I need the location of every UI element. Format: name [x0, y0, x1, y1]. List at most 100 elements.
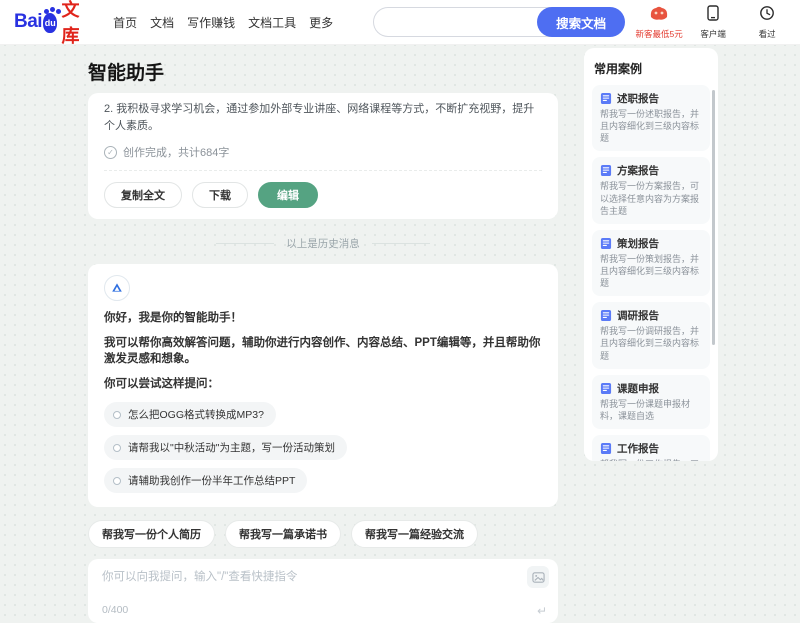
- nav-item-doc-tools[interactable]: 文档工具: [248, 14, 296, 31]
- case-card-fangan-report[interactable]: 方案报告 帮我写一份方案报告，可以选择任意内容为方案报告主题: [592, 157, 710, 224]
- case-head: 调研报告: [600, 308, 702, 323]
- common-cases-title: 常用案例: [594, 62, 643, 76]
- nav-item-write-earn[interactable]: 写作赚钱: [187, 14, 235, 31]
- search-bar: 搜索文档: [373, 7, 626, 37]
- suggestion-chip-halfyear-ppt[interactable]: 请辅助我创作一份半年工作总结PPT: [104, 468, 308, 494]
- case-card-gongzuo-report[interactable]: 工作报告 帮我写一份工作报告，工作类型随机: [592, 434, 710, 461]
- promo-icon: [649, 5, 669, 26]
- dashed-separator: [104, 170, 542, 171]
- logo-text-bai: Bai: [14, 11, 43, 32]
- case-desc: 帮我写一份述职报告，并且内容细化到三级内容标题: [600, 109, 700, 144]
- creation-status: ✓ 创作完成，共计684字: [104, 144, 542, 160]
- case-card-shuzhi-report[interactable]: 述职报告 帮我写一份述职报告，并且内容细化到三级内容标题: [592, 85, 710, 152]
- viewed-history[interactable]: 看过: [743, 5, 791, 40]
- case-head: 工作报告: [600, 441, 702, 456]
- case-title: 工作报告: [617, 442, 659, 455]
- history-partial-text: 2. 我积极寻求学习机会，通过参加外部专业讲座、网络课程等方式，不断扩充视野，提…: [104, 103, 535, 132]
- assistant-greeting-card: 你好，我是你的智能助手！ 我可以帮你高效解答问题，辅助你进行内容创作、内容总结、…: [88, 264, 558, 508]
- document-icon: [600, 237, 612, 249]
- quick-prompt-commitment[interactable]: 帮我写一篇承诺书: [225, 520, 341, 549]
- composer-input[interactable]: [102, 568, 508, 601]
- viewed-label: 看过: [758, 28, 776, 39]
- case-card-keti-shenbao[interactable]: 课题申报 帮我写一份课题申报材料，课题自选: [592, 374, 710, 429]
- case-title: 调研报告: [617, 310, 659, 323]
- history-actions: 复制全文 下载 编辑: [104, 182, 542, 208]
- quick-prompt-bar: 帮我写一份个人简历 帮我写一篇承诺书 帮我写一篇经验交流: [88, 520, 558, 549]
- message-composer: 0/400 ↵: [88, 559, 558, 623]
- new-user-promo[interactable]: 新客最低5元: [635, 5, 683, 40]
- check-circle-icon: ✓: [104, 145, 117, 159]
- greeting-line2: 我可以帮你高效解答问题，辅助你进行内容创作、内容总结、PPT编辑等，并且帮助你激…: [104, 337, 541, 366]
- case-desc: 帮我写一份方案报告，可以选择任意内容为方案报告主题: [600, 181, 700, 216]
- greeting-line1: 你好，我是你的智能助手！: [104, 312, 242, 324]
- suggestion-chip-ogg-mp3[interactable]: 怎么把OGG格式转换成MP3?: [104, 402, 276, 428]
- case-title: 方案报告: [617, 165, 659, 178]
- case-desc: 帮我写一份调研报告，并且内容细化到三级内容标题: [600, 326, 700, 361]
- history-divider-label: 以上是历史消息: [286, 238, 360, 250]
- nav-item-home[interactable]: 首页: [113, 14, 137, 31]
- suggestion-row: 请帮我以"中秋活动"为主题，写一份活动策划: [104, 435, 542, 461]
- history-divider: 以上是历史消息: [88, 236, 558, 251]
- suggestion-row: 怎么把OGG格式转换成MP3?: [104, 402, 542, 428]
- nav-item-more[interactable]: 更多: [309, 14, 333, 31]
- case-card-cehua-report[interactable]: 策划报告 帮我写一份策划报告，并且内容细化到三级内容标题: [592, 229, 710, 297]
- history-message-card: 2. 我积极寻求学习机会，通过参加外部专业讲座、网络课程等方式，不断扩充视野，提…: [88, 93, 558, 219]
- page-title: 智能助手: [88, 63, 165, 84]
- common-cases-panel: 常用案例 述职报告 帮我写一份述职报告，并且内容细化到三级内容标题 方案报告 帮…: [584, 48, 718, 461]
- client-app[interactable]: 客户端: [689, 4, 737, 40]
- case-head: 策划报告: [600, 236, 702, 251]
- creation-status-text: 创作完成，共计684字: [123, 147, 230, 159]
- suggestion-label: 怎么把OGG格式转换成MP3?: [128, 409, 264, 422]
- bullet-icon: [113, 476, 121, 485]
- quick-prompt-resume[interactable]: 帮我写一份个人简历: [88, 520, 215, 549]
- divider-line-left: [216, 243, 275, 244]
- case-head: 述职报告: [600, 91, 702, 106]
- image-upload-button[interactable]: [527, 566, 549, 589]
- main-nav: 首页 文档 写作赚钱 文档工具 更多: [100, 14, 333, 31]
- document-icon: [600, 382, 612, 394]
- case-desc: 帮我写一份课题申报材料，课题自选: [600, 398, 691, 421]
- suggestion-chip-midautumn-plan[interactable]: 请帮我以"中秋活动"为主题，写一份活动策划: [104, 435, 347, 461]
- document-icon: [600, 442, 612, 455]
- case-desc: 帮我写一份工作报告，工作类型随机: [600, 458, 702, 461]
- suggestion-label: 请辅助我创作一份半年工作总结PPT: [128, 475, 296, 488]
- baidu-wenku-logo[interactable]: Bai du 文库: [14, 0, 86, 48]
- case-head: 方案报告: [600, 163, 702, 178]
- baidu-paw-icon: du: [43, 9, 58, 33]
- document-icon: [600, 165, 612, 177]
- assistant-logo-icon: [112, 283, 122, 292]
- image-icon: [531, 572, 545, 583]
- case-title: 述职报告: [617, 93, 659, 105]
- suggestion-list: 怎么把OGG格式转换成MP3? 请帮我以"中秋活动"为主题，写一份活动策划 请辅…: [104, 402, 542, 494]
- enter-key-icon: ↵: [536, 604, 547, 619]
- search-button[interactable]: 搜索文档: [537, 7, 626, 37]
- quick-prompt-experience[interactable]: 帮我写一篇经验交流: [351, 520, 478, 549]
- phone-icon: [706, 4, 720, 26]
- top-navbar: Bai du 文库 首页 文档 写作赚钱 文档工具 更多 搜索文档 新客最低5元…: [0, 0, 800, 48]
- suggestion-row: 请辅助我创作一份半年工作总结PPT: [104, 468, 542, 494]
- case-title: 策划报告: [617, 237, 659, 250]
- copy-all-button[interactable]: 复制全文: [104, 182, 182, 208]
- sidebar-scrollbar[interactable]: [712, 90, 715, 345]
- document-icon: [600, 310, 612, 322]
- case-title: 课题申报: [617, 382, 659, 395]
- nav-item-docs[interactable]: 文档: [150, 14, 174, 31]
- promo-label: 新客最低5元: [635, 28, 683, 39]
- edit-button[interactable]: 编辑: [258, 182, 318, 208]
- navbar-utilities: 新客最低5元 客户端 看过: [635, 4, 800, 40]
- logo-text-wenku: 文库: [61, 0, 80, 46]
- document-icon: [600, 92, 612, 105]
- download-button[interactable]: 下载: [192, 182, 248, 208]
- bullet-icon: [113, 443, 121, 452]
- case-card-diaoyan-report[interactable]: 调研报告 帮我写一份调研报告，并且内容细化到三级内容标题: [592, 302, 710, 369]
- bullet-icon: [113, 410, 121, 419]
- clock-icon: [759, 5, 775, 26]
- divider-line-right: [371, 243, 430, 244]
- search-input[interactable]: [373, 7, 554, 37]
- greeting-line3: 你可以尝试这样提问：: [104, 378, 219, 391]
- case-head: 课题申报: [600, 381, 702, 396]
- client-app-label: 客户端: [700, 28, 726, 39]
- chat-main: 智能助手 2. 我积极寻求学习机会，通过参加外部专业讲座、网络课程等方式，不断扩…: [88, 45, 558, 623]
- assistant-avatar: [104, 275, 130, 301]
- case-desc: 帮我写一份策划报告，并且内容细化到三级内容标题: [600, 253, 700, 289]
